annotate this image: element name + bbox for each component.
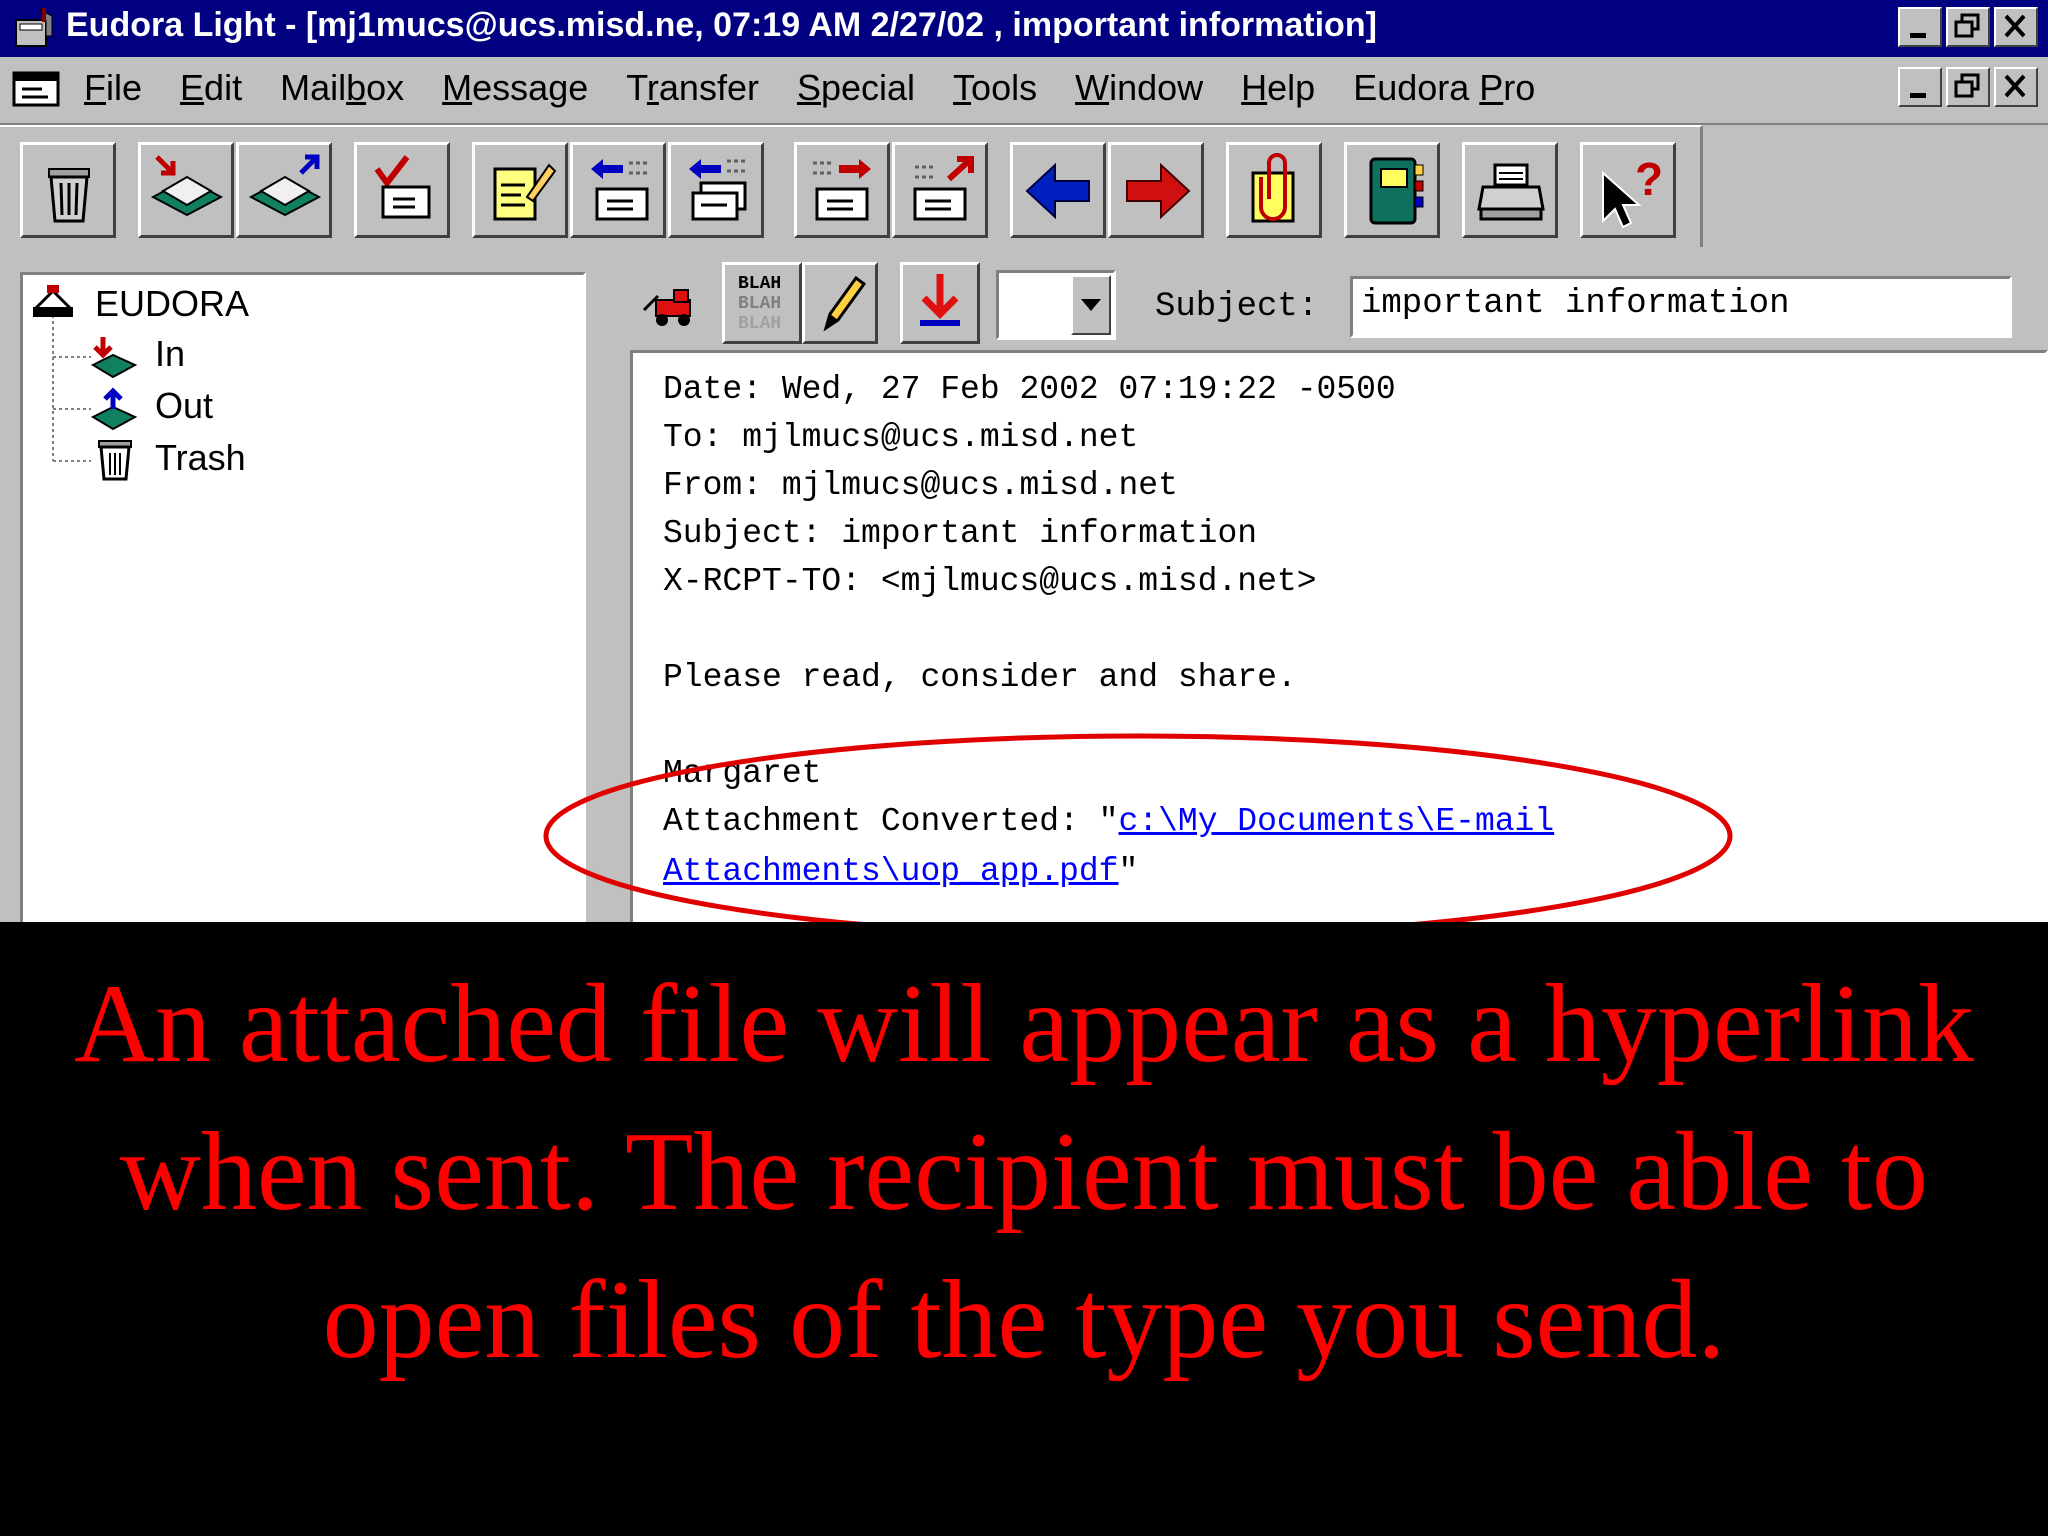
compose-icon [493,163,557,221]
tree-item-trash[interactable]: Trash [155,437,246,479]
menu-item-file[interactable]: File [84,67,142,109]
trash-icon [48,168,90,223]
menu-item-tools[interactable]: Tools [953,67,1037,109]
blah-blah-button[interactable]: BLAH BLAH BLAH [722,262,802,344]
eudora-root-icon [33,285,73,317]
restore-button[interactable] [1946,7,1990,47]
header-x-rcpt-to: X-RCPT-TO: <mjlmucs@ucs.misd.net> [663,563,1317,600]
menu-bar: File Edit Mailbox Message Transfer Special Too… [0,57,2048,125]
close-icon [2004,74,2026,98]
app-icon [15,8,53,47]
menu-item-eudora-pro[interactable]: Eudora Pro [1353,67,1535,109]
menu-item-help[interactable]: Help [1241,67,1315,109]
paperclip-icon [1251,153,1295,223]
new-message-button[interactable] [472,142,568,238]
window-title: Eudora Light - [mj1mucs@ucs.misd.ne, 07:… [66,6,1377,44]
priority-dropdown[interactable] [996,270,1116,340]
doc-restore-button[interactable] [1946,67,1990,107]
outbox-icon [90,387,138,431]
title-bar[interactable]: Eudora Light - [mj1mucs@ucs.misd.ne, 07:… [0,0,2048,57]
close-button[interactable] [1994,7,2038,47]
menu-item-mailbox[interactable]: Mailbox [280,67,404,109]
document-menu-icon[interactable] [12,69,62,109]
svg-text:?: ? [1635,153,1663,205]
check-mail-button[interactable] [138,142,234,238]
print-button[interactable] [1462,142,1558,238]
send-queued-button[interactable] [236,142,332,238]
minimize-icon [1910,93,1926,98]
mark-read-button[interactable] [354,142,450,238]
outbox-tray-icon [248,154,322,217]
forward-icon [813,159,871,221]
inbox-tray-icon [150,155,224,217]
doc-close-button[interactable] [1994,67,2038,107]
slide-caption: An attached file will appear as a hyperl… [73,962,1975,1382]
header-subject: Subject: important information [663,515,1258,552]
menu-items: File Edit Mailbox Message Transfer Special Too… [84,67,1573,109]
blah-text-icon: BLAH BLAH BLAH [738,274,781,334]
redirect-icon [913,156,974,221]
context-help-button[interactable]: ? [1580,142,1676,238]
next-message-button[interactable] [1108,142,1204,238]
tree-item-in[interactable]: In [155,333,185,375]
fetch-attachment-button[interactable] [900,262,980,344]
pencil-icon [823,275,867,332]
svg-text:BLAH: BLAH [738,314,781,334]
inbox-icon [90,337,138,379]
chevron-down-icon [1081,299,1101,311]
help-pointer-icon: ? [1602,153,1663,229]
header-date: Date: Wed, 27 Feb 2002 07:19:22 -0500 [663,371,1396,408]
close-icon [2004,14,2026,38]
subject-input[interactable]: important information [1350,276,2012,338]
eudora-window: Eudora Light - [mj1mucs@ucs.misd.ne, 07:… [0,0,2048,922]
address-book-icon [1369,157,1424,225]
arrow-left-icon [1025,162,1090,220]
body-text: Please read, consider and share. [663,659,1297,696]
reply-icon [591,159,649,221]
reply-all-icon [689,159,747,221]
svg-text:BLAH: BLAH [738,274,781,294]
annotation-ellipse [543,733,1733,922]
redirect-button[interactable] [892,142,988,238]
menu-item-transfer[interactable]: Transfer [626,67,759,109]
mailbox-tree: EUDORA In Out Trash [20,272,586,922]
forward-button[interactable] [794,142,890,238]
doc-minimize-button[interactable] [1898,67,1942,107]
tree-root-eudora[interactable]: EUDORA [95,283,249,325]
attach-file-button[interactable] [1226,142,1322,238]
header-from: From: mjlmucs@ucs.misd.net [663,467,1178,504]
subject-label: Subject: [1155,288,1319,326]
minimize-button[interactable] [1898,7,1942,47]
delete-button[interactable] [20,142,116,238]
menu-item-special[interactable]: Special [797,67,915,109]
toolbar: ? [0,125,1703,247]
dropdown-button[interactable] [1071,275,1111,335]
reply-all-button[interactable] [668,142,764,238]
arrow-right-icon [1126,162,1191,220]
svg-text:BLAH: BLAH [738,294,781,314]
menu-item-window[interactable]: Window [1075,67,1203,109]
printer-icon [1477,163,1545,221]
minimize-icon [1910,33,1926,38]
restore-icon [1954,73,1980,98]
download-arrow-icon [920,274,960,326]
tree-item-out[interactable]: Out [155,385,213,427]
edit-pencil-button[interactable] [802,262,878,344]
previous-message-button[interactable] [1010,142,1106,238]
reply-button[interactable] [570,142,666,238]
towtruck-icon[interactable] [640,278,696,328]
menu-item-message[interactable]: Message [442,67,588,109]
restore-icon [1954,13,1980,38]
trash-icon [98,440,132,481]
menu-item-edit[interactable]: Edit [180,67,242,109]
header-to: To: mjlmucs@ucs.misd.net [663,419,1139,456]
envelope-check-icon [374,155,431,219]
address-book-button[interactable] [1344,142,1440,238]
